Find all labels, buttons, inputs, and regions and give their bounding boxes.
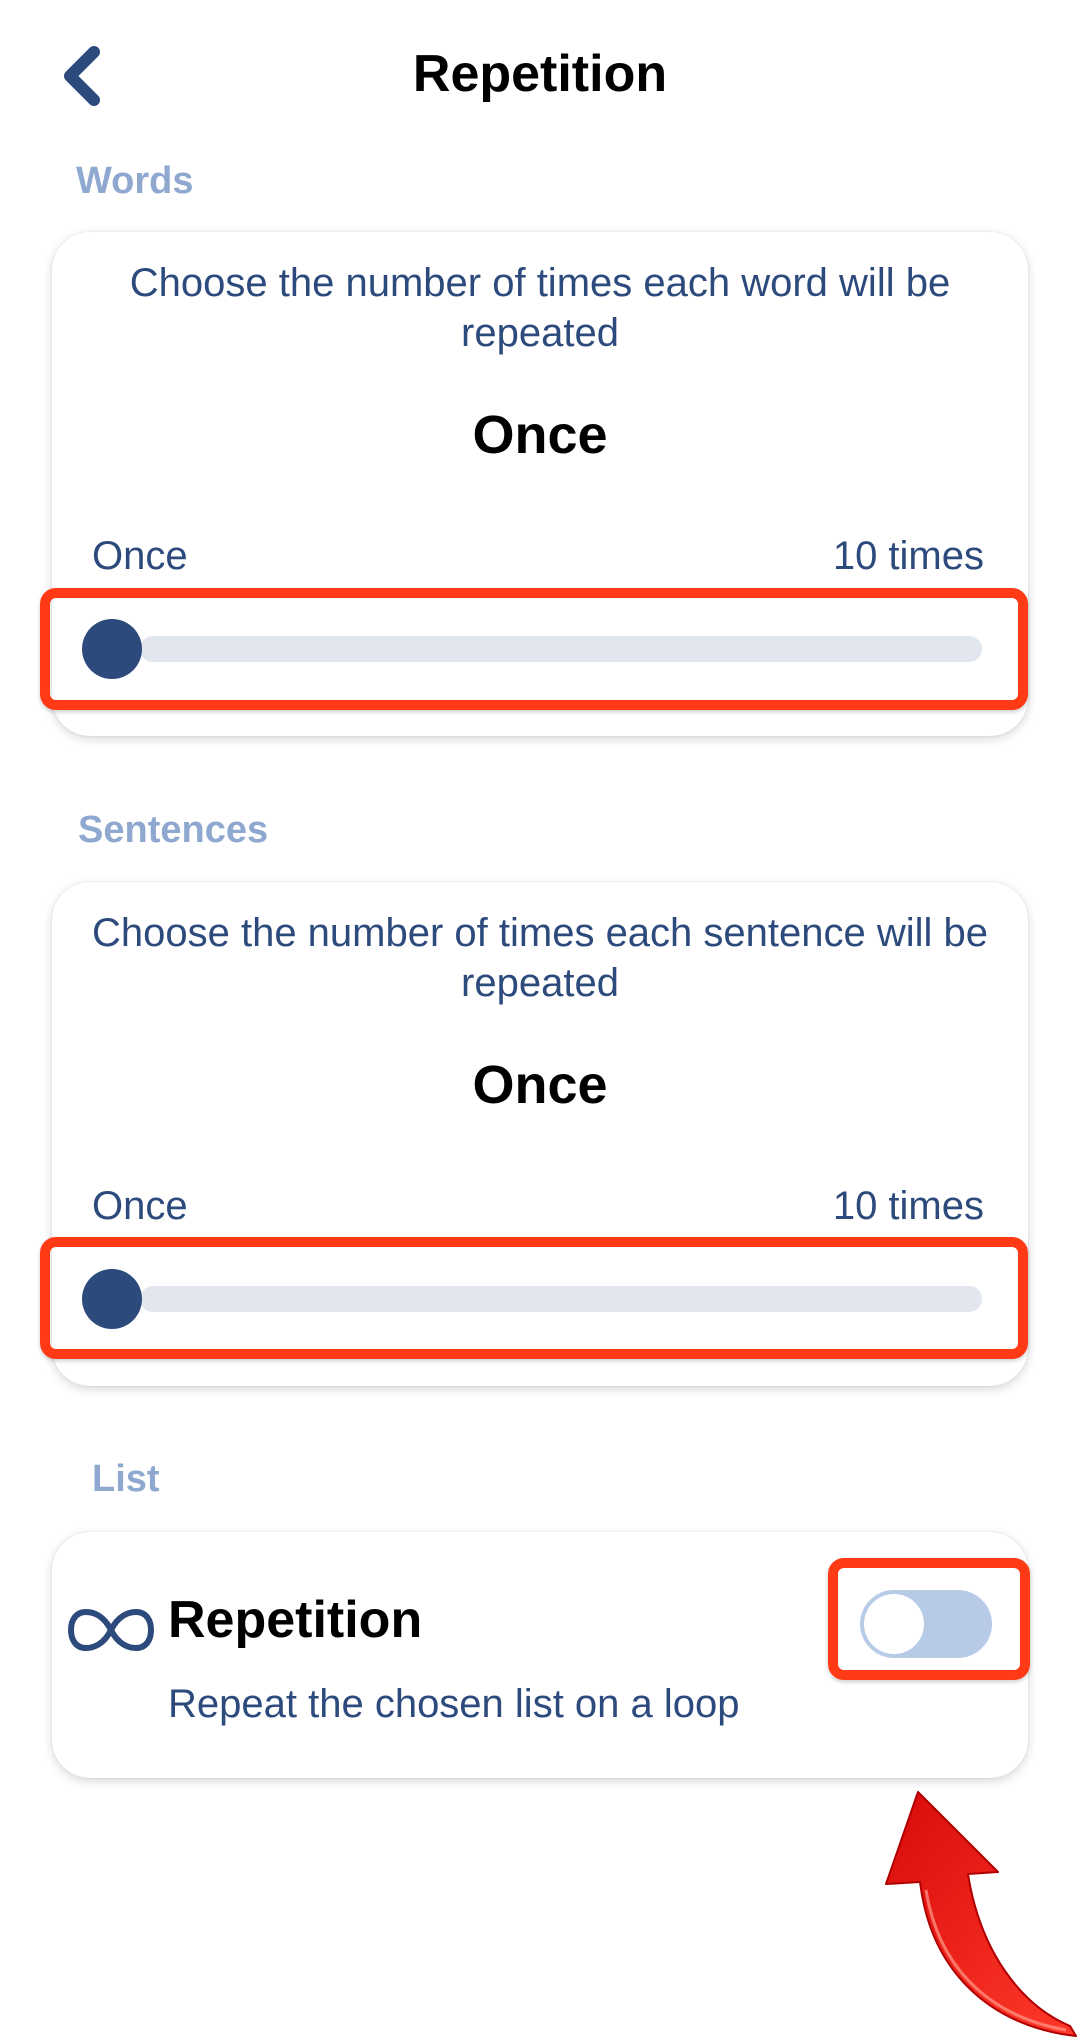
slider-thumb[interactable] bbox=[82, 1269, 142, 1329]
slider-thumb[interactable] bbox=[82, 619, 142, 679]
sentences-current-value: Once bbox=[472, 1055, 608, 1115]
sentences-max-label: 10 times bbox=[832, 1184, 984, 1228]
toggle-knob bbox=[864, 1594, 924, 1654]
list-repetition-toggle[interactable] bbox=[860, 1590, 992, 1658]
words-max-label: 10 times bbox=[832, 534, 984, 578]
section-label-words: Words bbox=[76, 160, 194, 202]
section-label-sentences: Sentences bbox=[78, 809, 269, 851]
words-current-value: Once bbox=[472, 405, 608, 465]
slider-track bbox=[140, 636, 982, 662]
list-repetition-title: Repetition bbox=[168, 1591, 423, 1649]
list-repetition-card: Repetition Repeat the chosen list on a l… bbox=[52, 1532, 1028, 1778]
list-repetition-subtitle: Repeat the chosen list on a loop bbox=[168, 1682, 740, 1726]
curved-arrow-icon bbox=[885, 1791, 1077, 2037]
words-card: Choose the number of times each word wil… bbox=[52, 232, 1028, 736]
words-min-label: Once bbox=[92, 534, 188, 578]
sentences-repeat-slider[interactable] bbox=[62, 1254, 1022, 1342]
sentences-description: Choose the number of times each sentence… bbox=[91, 911, 989, 1005]
infinity-icon bbox=[68, 1608, 154, 1652]
page-title: Repetition bbox=[412, 45, 668, 103]
slider-track bbox=[140, 1286, 982, 1312]
words-repeat-slider[interactable] bbox=[62, 604, 1022, 692]
sentences-card: Choose the number of times each sentence… bbox=[52, 882, 1028, 1386]
header: Repetition bbox=[0, 0, 1080, 160]
words-description: Choose the number of times each word wil… bbox=[129, 261, 951, 355]
sentences-min-label: Once bbox=[92, 1184, 188, 1228]
section-label-list: List bbox=[92, 1458, 160, 1500]
